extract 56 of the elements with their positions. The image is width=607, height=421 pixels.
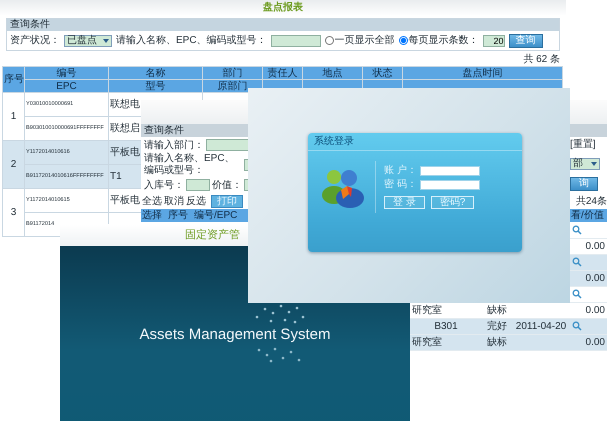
panel-heading: 查询条件: [7, 19, 559, 31]
field-label: 请输入名称、EPC、编码或型号：: [116, 35, 267, 46]
magnifier-icon: [572, 320, 582, 331]
caret-icon: [102, 38, 110, 44]
reset-link[interactable]: [重置]: [570, 139, 596, 150]
table-cell: 完好: [482, 318, 512, 334]
column-header: 部门: [202, 66, 262, 80]
system-name: Assets Management System: [140, 327, 330, 344]
field-label: 请输入部门：: [144, 140, 204, 150]
row-number: 3: [2, 188, 24, 236]
status-dropdown[interactable]: 已盘点: [64, 34, 112, 46]
input-field[interactable]: [186, 179, 210, 191]
column-header: 型号: [108, 80, 202, 92]
magnifier-icon: [572, 288, 582, 299]
column-header: 状态: [362, 66, 402, 80]
radio-button[interactable]: [324, 36, 334, 45]
page-size-field[interactable]: 20: [482, 34, 505, 46]
field-label: 密 码：: [384, 179, 417, 190]
toolbar-link[interactable]: 取消: [164, 196, 184, 206]
table-cell: 2011-04-20: [512, 318, 570, 334]
magnifier-icon: [572, 256, 582, 267]
window-title: 固定资产管: [185, 229, 240, 241]
magnifier-icon: [572, 224, 582, 235]
toolbar-link[interactable]: 全选: [142, 196, 162, 206]
table-cell: 缺标: [482, 334, 512, 350]
caret-icon: [590, 160, 598, 166]
column-header: EPC: [24, 80, 108, 92]
column-header: 序号: [167, 209, 193, 222]
record-count: 共24条: [574, 196, 607, 206]
radio-button[interactable]: [398, 36, 408, 45]
field-label: 入库号：: [144, 180, 184, 190]
field-label: 资产状况：: [10, 35, 60, 46]
table-cell: 0.00: [570, 334, 607, 350]
field-label: 账 户：: [384, 165, 417, 176]
table-cell: 0.00: [570, 302, 607, 318]
field-label: 价值：: [212, 180, 242, 190]
input-field[interactable]: [206, 139, 250, 151]
row-number: 1: [2, 92, 24, 140]
column-header: 序号: [2, 66, 24, 92]
column-header: 编号: [24, 66, 108, 80]
column-header: 看/价值: [570, 209, 607, 222]
report-title: 盘点报表: [263, 2, 303, 13]
dropdown[interactable]: 部: [570, 158, 600, 170]
option-label: 一页显示全部: [334, 35, 395, 46]
column-header: 选择: [141, 209, 167, 222]
search-field[interactable]: [270, 34, 321, 46]
row-number: 2: [2, 140, 24, 188]
dialog-title: 系统登录: [314, 136, 354, 147]
column-header: 责任人: [262, 66, 302, 80]
password-field[interactable]: [420, 180, 480, 190]
account-field[interactable]: [420, 166, 480, 176]
option-label: 每页显示条数：: [408, 35, 479, 46]
column-header: 名称: [108, 66, 202, 80]
record-count: 共 62 条: [523, 54, 560, 65]
column-header: 地点: [302, 66, 362, 80]
column-header: 盘点时间: [402, 66, 562, 80]
